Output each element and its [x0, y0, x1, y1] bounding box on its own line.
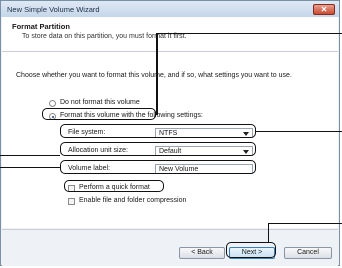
- title-bar[interactable]: New Simple Volume Wizard ✕: [1, 1, 339, 17]
- close-button[interactable]: ✕: [313, 4, 335, 15]
- compression-label[interactable]: Enable file and folder compression: [79, 197, 186, 204]
- chevron-down-icon: [243, 150, 249, 154]
- callout-line: [268, 223, 342, 225]
- format-label[interactable]: Format this volume with the following se…: [60, 112, 203, 119]
- next-button[interactable]: Next >: [229, 247, 275, 259]
- allocation-unit-select[interactable]: Default: [155, 146, 253, 156]
- callout-line: [256, 131, 342, 133]
- no-format-label[interactable]: Do not format this volume: [60, 99, 140, 106]
- file-system-select[interactable]: NTFS: [155, 128, 253, 138]
- allocation-unit-value: Default: [159, 148, 182, 155]
- callout-line: [268, 223, 270, 243]
- file-system-label: File system:: [68, 129, 106, 136]
- callout-line: [156, 33, 342, 35]
- allocation-unit-label: Allocation unit size:: [68, 147, 128, 154]
- page-title: Format Partition: [12, 22, 70, 31]
- cancel-button[interactable]: Cancel: [284, 247, 332, 259]
- chevron-down-icon: [243, 132, 249, 136]
- format-radio[interactable]: [49, 113, 56, 120]
- wizard-footer: < Back Next > Cancel: [2, 229, 338, 266]
- volume-label-label: Volume label:: [68, 165, 111, 172]
- no-format-radio[interactable]: [49, 100, 56, 107]
- instruction-text: Choose whether you want to format this v…: [16, 72, 292, 79]
- quick-format-checkbox[interactable]: [68, 185, 75, 192]
- wizard-window: New Simple Volume Wizard ✕ Format Partit…: [0, 0, 340, 266]
- back-button[interactable]: < Back: [179, 247, 225, 259]
- quick-format-label[interactable]: Perform a quick format: [79, 184, 150, 191]
- callout-line: [0, 167, 60, 169]
- file-system-value: NTFS: [159, 130, 178, 137]
- callout-line: [0, 155, 60, 157]
- wizard-header: Format Partition To store data on this p…: [2, 17, 338, 52]
- wizard-body: Choose whether you want to format this v…: [2, 52, 338, 228]
- window-title: New Simple Volume Wizard: [7, 5, 100, 14]
- volume-label-input[interactable]: New Volume: [155, 164, 253, 174]
- compression-checkbox[interactable]: [68, 198, 75, 205]
- callout-line: [156, 33, 158, 115]
